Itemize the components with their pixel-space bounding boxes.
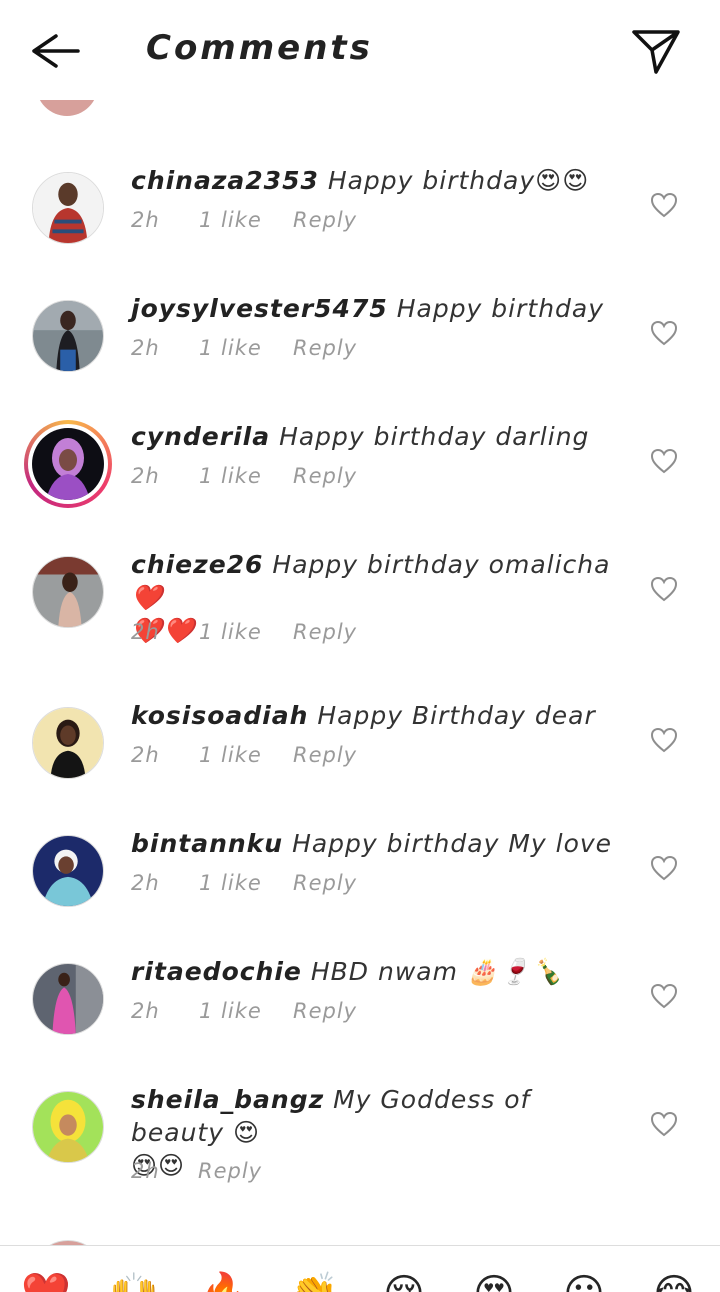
comment-likes[interactable]: 1 like	[199, 336, 262, 360]
avatar-image	[32, 428, 104, 500]
back-arrow-icon[interactable]	[28, 28, 84, 74]
reply-button[interactable]: Reply	[293, 743, 357, 767]
comment-time: 2h	[131, 871, 160, 895]
reaction-heart-eyes-emoji[interactable]: 😍	[466, 1266, 522, 1292]
avatar	[28, 424, 108, 504]
avatar[interactable]	[32, 963, 104, 1035]
comment-username[interactable]: joysylvester5475	[131, 294, 388, 323]
comment-time: 2h	[131, 620, 160, 644]
comment-username[interactable]: sheila_bangz	[131, 1085, 324, 1114]
list-item: joysylvester5475 Happy birthday 2h 1 lik…	[0, 278, 720, 388]
heart-icon[interactable]	[650, 727, 678, 753]
reaction-raised-hands-emoji[interactable]: 🙌	[106, 1266, 162, 1292]
comment-text: bintannku Happy birthday My love	[131, 827, 621, 860]
reaction-fire-emoji[interactable]: 🔥	[196, 1266, 252, 1292]
comment-likes[interactable]: 1 like	[199, 871, 262, 895]
comment-body: Happy Birthday dear	[317, 701, 596, 730]
comment-body: Happy birthday	[396, 294, 605, 323]
comment-time: 2h	[131, 336, 160, 360]
reaction-heart-emoji[interactable]: ❤️	[18, 1266, 74, 1292]
reply-button[interactable]: Reply	[293, 999, 357, 1023]
reply-button[interactable]: Reply	[293, 871, 357, 895]
avatar[interactable]	[32, 300, 104, 372]
comment-text: chinaza2353 Happy birthday😍😍	[131, 164, 621, 197]
reply-button[interactable]: Reply	[293, 336, 357, 360]
avatar[interactable]	[32, 835, 104, 907]
comment-likes[interactable]: 1 like	[199, 208, 262, 232]
avatar-story-ring[interactable]	[24, 420, 112, 508]
comments-list[interactable]: chinaza2353 Happy birthday😍😍 2h 1 like R…	[0, 0, 720, 1245]
heart-icon[interactable]	[650, 192, 678, 218]
list-item: chieze26 Happy birthday omalicha ❤️ ❤️❤️…	[0, 534, 720, 674]
comment-text: kosisoadiah Happy Birthday dear	[131, 699, 621, 732]
comment-username[interactable]: ritaedochie	[131, 957, 302, 986]
avatar[interactable]	[32, 556, 104, 628]
top-bar: Comments	[0, 0, 720, 100]
comment-likes[interactable]: 1 like	[199, 999, 262, 1023]
avatar-image	[33, 964, 103, 1034]
avatar[interactable]	[32, 172, 104, 244]
avatar[interactable]	[32, 1091, 104, 1163]
heart-icon[interactable]	[650, 855, 678, 881]
comment-body: HBD nwam 🎂🍷🍾	[310, 957, 564, 986]
comment-body: Happy birthday😍😍	[327, 166, 590, 195]
list-item: cynderila Happy birthday darling 2h 1 li…	[0, 406, 720, 516]
avatar-image	[33, 836, 103, 906]
comment-time: 2h	[131, 999, 160, 1023]
list-item: chinaza2353 Happy birthday😍😍 2h 1 like R…	[0, 150, 720, 260]
comment-text: ritaedochie HBD nwam 🎂🍷🍾	[131, 955, 621, 988]
comment-username[interactable]: chinaza2353	[131, 166, 319, 195]
reaction-laugh-emoji[interactable]: 😂	[646, 1266, 702, 1292]
reply-button[interactable]: Reply	[293, 208, 357, 232]
comment-text: joysylvester5475 Happy birthday	[131, 292, 621, 325]
heart-icon[interactable]	[650, 576, 678, 602]
comment-time: 2h	[131, 743, 160, 767]
avatar-image	[33, 557, 103, 627]
avatar-image	[33, 708, 103, 778]
heart-icon[interactable]	[650, 320, 678, 346]
avatar-image	[33, 301, 103, 371]
avatar-image	[33, 173, 103, 243]
page-title: Comments	[146, 28, 373, 68]
reaction-sad-emoji[interactable]: 😢	[376, 1266, 432, 1292]
heart-icon[interactable]	[650, 983, 678, 1009]
comment-username[interactable]: cynderila	[131, 422, 270, 451]
reply-button[interactable]: Reply	[293, 464, 357, 488]
comment-username[interactable]: bintannku	[131, 829, 283, 858]
comment-time: 2h	[131, 208, 160, 232]
comment-likes[interactable]: 1 like	[199, 620, 262, 644]
comment-username[interactable]: kosisoadiah	[131, 701, 308, 730]
reply-button[interactable]: Reply	[293, 620, 357, 644]
list-item: sheila_bangz My Goddess of beauty 😍 😍😍 2…	[0, 1069, 720, 1209]
reaction-surprised-emoji[interactable]: 😮	[556, 1266, 612, 1292]
reply-button[interactable]: Reply	[198, 1159, 262, 1183]
quick-reactions-bar: ❤️ 🙌 🔥 👏 😢 😍 😮 😂	[0, 1245, 720, 1292]
list-item: bintannku Happy birthday My love 2h 1 li…	[0, 813, 720, 923]
comment-body: Happy birthday darling	[279, 422, 590, 451]
send-icon[interactable]	[630, 26, 682, 76]
avatar-image	[33, 1092, 103, 1162]
avatar[interactable]	[32, 707, 104, 779]
comment-text: cynderila Happy birthday darling	[131, 420, 621, 453]
heart-icon[interactable]	[650, 1111, 678, 1137]
reaction-clap-emoji[interactable]: 👏	[286, 1266, 342, 1292]
list-item: ritaedochie HBD nwam 🎂🍷🍾 2h 1 like Reply	[0, 941, 720, 1051]
heart-icon[interactable]	[650, 448, 678, 474]
comment-body: Happy birthday My love	[292, 829, 613, 858]
list-item: kosisoadiah Happy Birthday dear 2h 1 lik…	[0, 685, 720, 795]
comment-likes[interactable]: 1 like	[199, 743, 262, 767]
comment-likes[interactable]: 1 like	[199, 464, 262, 488]
comment-time: 2h	[131, 464, 160, 488]
comment-username[interactable]: chieze26	[131, 550, 263, 579]
comment-time: 2h	[131, 1159, 160, 1183]
